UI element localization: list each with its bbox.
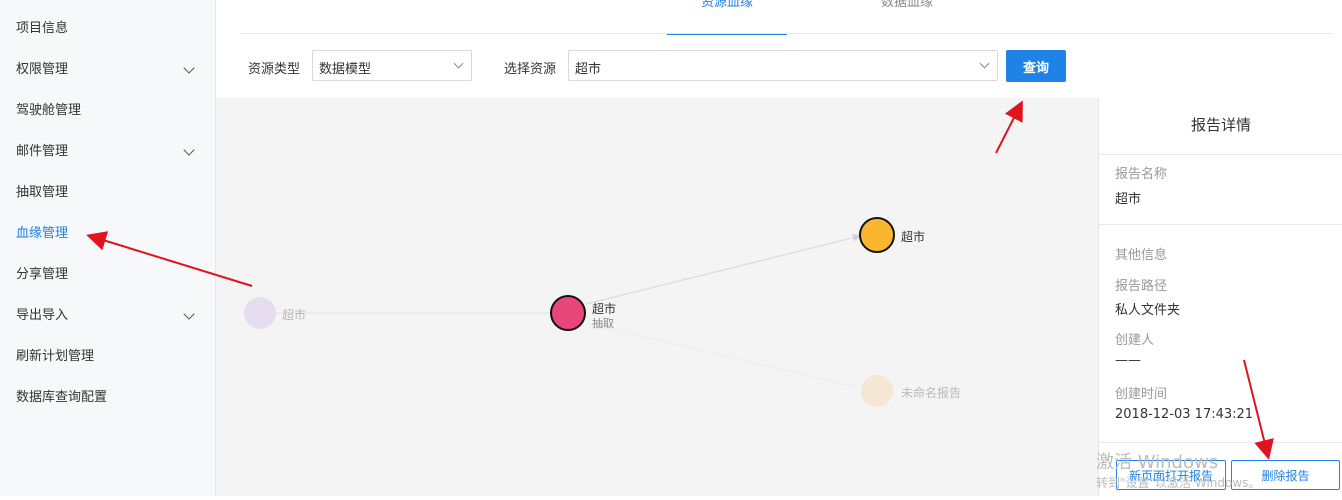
annotation-arrow: [1243, 359, 1274, 460]
annotation-arrow: [995, 100, 1023, 154]
annotation-overlay: [86, 100, 1274, 460]
annotation-arrow: [86, 231, 253, 287]
